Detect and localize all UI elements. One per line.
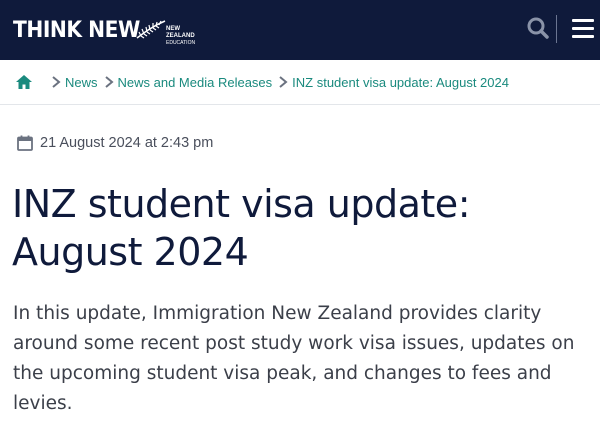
site-logo[interactable]: THINK NEW NEW ZEALAND EDUCATION [13, 16, 195, 47]
logo-sub-line1: NEW ZEALAND [166, 26, 195, 39]
breadcrumb-news-media-releases[interactable]: News and Media Releases [118, 75, 273, 90]
breadcrumb: News News and Media Releases INZ student… [0, 60, 600, 105]
breadcrumb-news[interactable]: News [65, 75, 98, 90]
article-summary: In this update, Immigration New Zealand … [13, 303, 575, 414]
header-divider [556, 15, 557, 43]
date-text: 21 August 2024 at 2:43 pm [40, 135, 214, 151]
logo-text: THINK NEW [13, 17, 140, 43]
logo-sub-line2: EDUCATION [166, 40, 196, 46]
search-icon[interactable] [527, 16, 549, 40]
publish-date: 21 August 2024 at 2:43 pm [16, 132, 213, 154]
title-line-2: August 2024 [12, 230, 249, 274]
chevron-right-icon [279, 76, 288, 88]
title-line-1: INZ student visa update: [12, 182, 471, 226]
hamburger-menu-icon[interactable] [572, 17, 596, 41]
site-header: THINK NEW NEW ZEALAND EDUCATION [0, 0, 600, 60]
chevron-right-icon [52, 76, 61, 88]
calendar-icon [17, 135, 33, 151]
breadcrumb-current-page[interactable]: INZ student visa update: August 2024 [292, 75, 509, 90]
page-title: INZ student visa update: August 2024 [12, 180, 592, 276]
chevron-right-icon [104, 76, 114, 88]
logo-subtitle: NEW ZEALAND EDUCATION [166, 26, 195, 47]
home-icon[interactable] [15, 73, 33, 91]
